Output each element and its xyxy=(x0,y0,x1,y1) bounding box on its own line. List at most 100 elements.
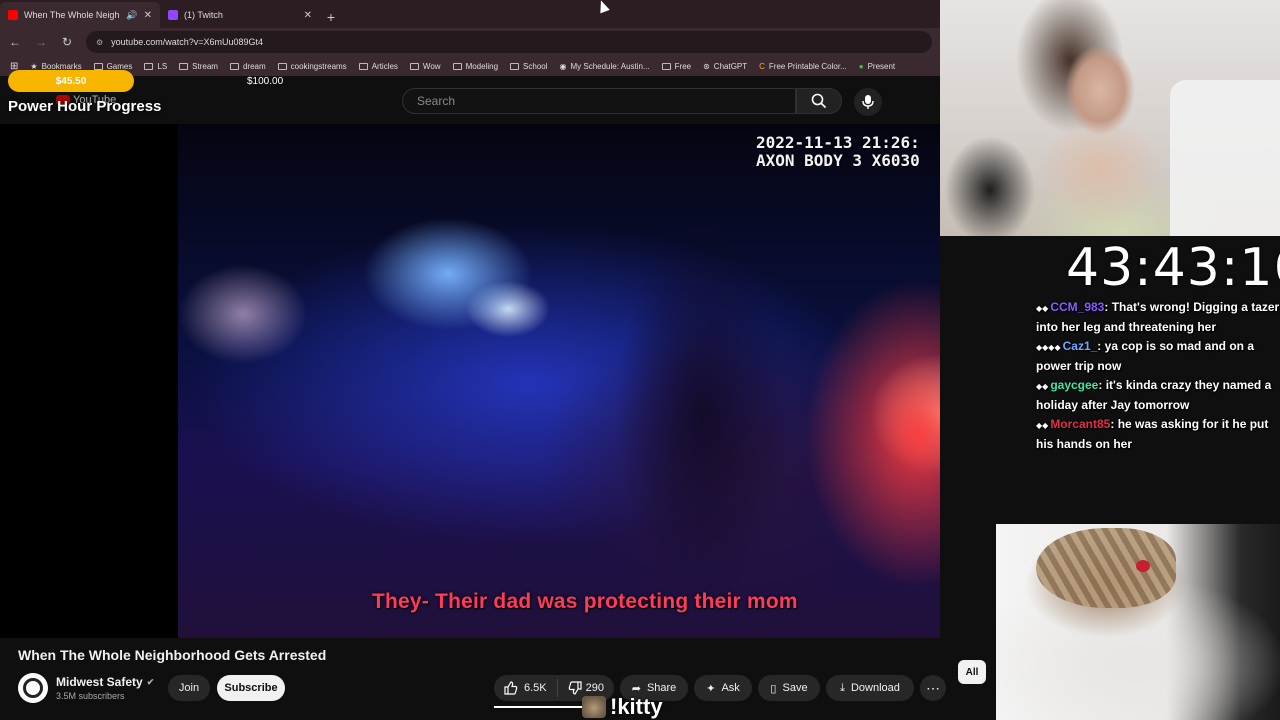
folder-icon xyxy=(409,62,419,70)
new-tab-button[interactable]: + xyxy=(320,6,342,28)
youtube-favicon-icon xyxy=(8,10,18,20)
thumbs-down-icon xyxy=(568,681,582,695)
chat-badges-icon: ◆◆◆◆ xyxy=(1036,343,1061,352)
chat-colon: : xyxy=(1097,339,1105,353)
tab-title: When The Whole Neighbor xyxy=(24,10,120,20)
channel-avatar[interactable] xyxy=(18,673,48,703)
cat-toy xyxy=(1136,560,1150,572)
voice-search-button[interactable] xyxy=(854,88,882,116)
webcam-streamer xyxy=(1040,20,1160,230)
folder-icon xyxy=(144,62,154,70)
url-text: youtube.com/watch?v=X6mUu089Gt4 xyxy=(111,37,264,47)
webcam-feed xyxy=(940,0,1280,236)
forward-icon[interactable]: → xyxy=(34,35,48,49)
url-field[interactable]: ⚙ youtube.com/watch?v=X6mUu089Gt4 xyxy=(86,31,932,53)
folder-icon xyxy=(179,62,189,70)
video-car xyxy=(178,264,308,364)
underline-decoration xyxy=(494,706,584,708)
youtube-header: $45.50 $100.00 YouTube Power Hour Progre… xyxy=(0,70,940,124)
address-bar-row: ← → ↻ ⚙ youtube.com/watch?v=X6mUu089Gt4 xyxy=(0,28,940,56)
cat-emote-icon xyxy=(582,696,606,718)
channel-name[interactable]: Midwest Safety ✔ xyxy=(56,675,154,689)
microphone-icon xyxy=(862,95,874,109)
webcam-chair xyxy=(1170,80,1280,236)
tab-youtube[interactable]: When The Whole Neighbor 🔊 ✕ xyxy=(0,2,160,28)
subscribe-button[interactable]: Subscribe xyxy=(217,675,285,701)
folder-icon xyxy=(277,62,287,70)
video-player[interactable]: 2022-11-13 21:26: AXON BODY 3 X6030 xyxy=(178,124,940,638)
reload-icon[interactable]: ↻ xyxy=(60,35,74,49)
video-officer xyxy=(608,194,798,614)
bookmark-item[interactable]: ● Present xyxy=(859,62,895,71)
folder-icon xyxy=(452,62,462,70)
chat-colon: : xyxy=(1098,378,1106,392)
speaker-icon[interactable]: 🔊 xyxy=(126,10,137,21)
gift-icon: ● xyxy=(858,61,864,71)
folder-icon xyxy=(510,62,520,70)
chatgpt-icon: ⊛ xyxy=(703,61,710,71)
sparkle-icon: ✦ xyxy=(706,682,716,695)
video-title: When The Whole Neighborhood Gets Arreste… xyxy=(18,647,327,663)
kitty-cam xyxy=(996,524,1280,720)
download-button[interactable]: ⤓ Download xyxy=(826,675,914,701)
share-icon: ➦ xyxy=(631,682,641,695)
bookmark-item[interactable]: Stream xyxy=(179,62,218,71)
back-icon[interactable]: ← xyxy=(8,35,22,49)
subathon-timer: 43:43:16 xyxy=(1066,238,1280,298)
bookmark-item[interactable]: Modeling xyxy=(452,62,498,71)
chat-badges-icon: ◆◆ xyxy=(1036,421,1049,430)
save-button[interactable]: ▯ Save xyxy=(758,675,820,701)
close-tab-icon[interactable]: ✕ xyxy=(304,10,312,21)
filter-chip-all[interactable]: All xyxy=(958,660,986,684)
search-button[interactable] xyxy=(796,88,842,114)
search-icon xyxy=(811,93,827,109)
kitten xyxy=(1036,528,1176,608)
chat-username: gaycgee xyxy=(1050,378,1099,392)
kitty-command-overlay: !kitty xyxy=(582,694,663,720)
more-actions-button[interactable]: ⋯ xyxy=(920,675,946,701)
ask-button[interactable]: ✦ Ask xyxy=(694,675,752,701)
bodycam-timestamp: 2022-11-13 21:26: AXON BODY 3 X6030 xyxy=(756,133,920,170)
more-horizontal-icon: ⋯ xyxy=(926,679,940,696)
subscriber-count: 3.5M subscribers xyxy=(56,691,125,701)
thumbs-up-icon xyxy=(504,681,518,695)
chat-username: Morcant85 xyxy=(1050,417,1111,431)
stream-screen: When The Whole Neighbor 🔊 ✕ (1) Twitch ✕… xyxy=(0,0,1280,720)
channel-logo-icon xyxy=(23,678,43,698)
twitch-favicon-icon xyxy=(168,10,178,20)
bookmarks-bar: ⊞ ★ Bookmarks Games LS Stream dream cooki… xyxy=(0,56,940,76)
chat-username: CCM_983 xyxy=(1050,300,1105,314)
chat-message: ◆◆ gaycgee: it's kinda crazy they named a… xyxy=(1036,376,1280,415)
folder-icon xyxy=(358,62,368,70)
video-letterbox xyxy=(0,124,178,638)
chat-colon: : xyxy=(1104,300,1112,314)
search-input[interactable]: Search xyxy=(402,88,796,114)
bookmark-item[interactable]: School xyxy=(510,62,548,71)
verified-icon: ✔ xyxy=(146,676,155,687)
bookmark-item[interactable]: Wow xyxy=(409,62,441,71)
bookmark-item[interactable]: C Free Printable Color... xyxy=(759,62,847,71)
bookmark-item[interactable]: cookingstreams xyxy=(277,62,347,71)
goal-amount-badge: $45.50 xyxy=(8,70,134,92)
folder-icon xyxy=(229,62,239,70)
search-placeholder: Search xyxy=(417,94,456,108)
close-tab-icon[interactable]: ✕ xyxy=(144,10,152,21)
chat-username: Caz1_ xyxy=(1062,339,1098,353)
site-info-icon[interactable]: ⚙ xyxy=(96,38,103,47)
dislike-button[interactable]: 290 xyxy=(558,681,614,695)
join-button[interactable]: Join xyxy=(168,675,210,701)
chat-badges-icon: ◆◆ xyxy=(1036,304,1049,313)
bookmark-item[interactable]: LS xyxy=(144,62,167,71)
chat-badges-icon: ◆◆ xyxy=(1036,382,1049,391)
chat-colon: : xyxy=(1110,417,1118,431)
bookmark-item[interactable]: ◉ My Schedule: Austin... xyxy=(560,62,650,71)
like-button[interactable]: 6.5K xyxy=(494,679,558,697)
chat-message: ◆◆ CCM_983: That's wrong! Digging a tazer… xyxy=(1036,298,1280,337)
bookmark-item[interactable]: ⊛ ChatGPT xyxy=(703,62,747,71)
bookmark-icon: ▯ xyxy=(770,682,777,695)
bookmark-item[interactable]: dream xyxy=(229,62,266,71)
tab-twitch[interactable]: (1) Twitch ✕ xyxy=(160,2,320,28)
goal-title: Power Hour Progress xyxy=(8,98,162,115)
bookmark-item[interactable]: Free xyxy=(661,62,691,71)
bookmark-item[interactable]: Articles xyxy=(358,62,398,71)
